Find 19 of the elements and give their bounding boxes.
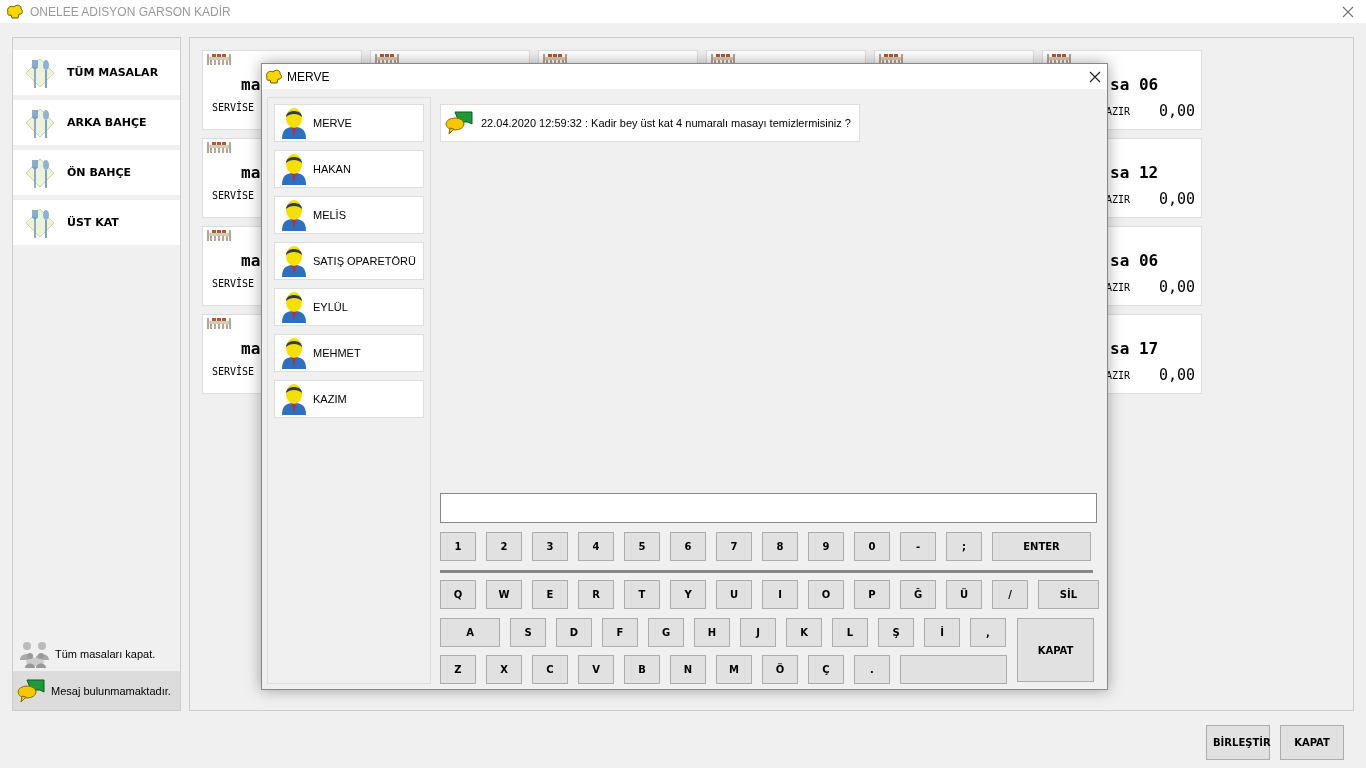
table-name: ma <box>241 163 261 182</box>
table-name: ma <box>241 251 261 270</box>
table-name: sa 12 <box>1110 163 1159 182</box>
table-name: ma <box>241 339 261 358</box>
table-name: ma <box>241 75 261 94</box>
table-name: sa 17 <box>1110 339 1159 358</box>
table-status: SERVİSE <box>212 366 255 377</box>
table-status: SERVİSE <box>212 190 255 201</box>
table-amount: 0,00 <box>1158 278 1195 296</box>
message-text: 22.04.2020 12:59:32 : Kadir bey üst kat 4 numaralı masayı temizlermisiniz ? <box>481 117 851 129</box>
table-status: SERVİSE <box>212 102 255 113</box>
dialog-title: MERVE <box>287 69 330 84</box>
window-title: ONELEE ADISYON GARSON KADİR <box>30 4 231 19</box>
table-amount: 0,00 <box>1158 366 1195 384</box>
table-status: SERVİSE <box>212 278 255 289</box>
table-amount: 0,00 <box>1158 190 1195 208</box>
table-name: sa 06 <box>1110 75 1159 94</box>
table-amount: 0,00 <box>1158 102 1195 120</box>
table-name: sa 06 <box>1110 251 1159 270</box>
